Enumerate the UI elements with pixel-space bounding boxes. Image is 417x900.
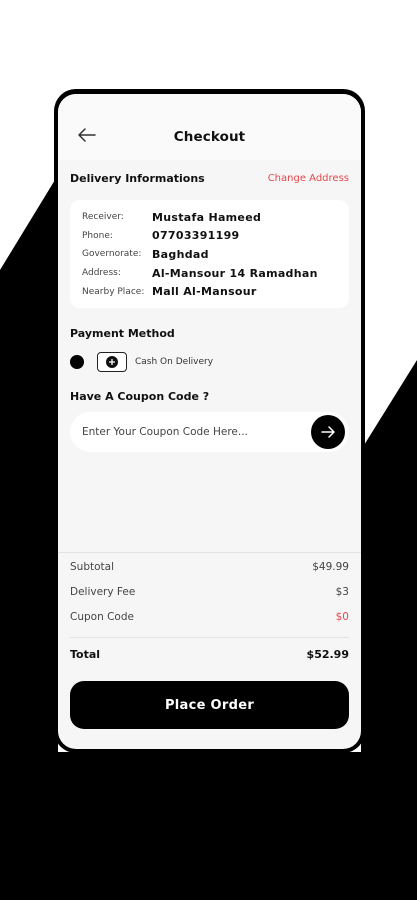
- field-label: Governorate:: [82, 249, 142, 260]
- total-label: Total: [70, 648, 101, 661]
- summary-divider: [58, 552, 361, 553]
- total-row: Total $52.99: [70, 648, 349, 661]
- change-address-link[interactable]: Change Address: [268, 173, 349, 184]
- field-value: Mall Al-Mansour: [152, 285, 257, 299]
- field-label: Phone:: [82, 230, 113, 241]
- coupon-title: Have A Coupon Code ?: [70, 390, 210, 403]
- field-value: Baghdad: [152, 247, 209, 261]
- app-header: Checkout: [58, 94, 361, 160]
- field-address: Address: Al-Mansour 14 Ramadhan: [82, 264, 337, 283]
- page-title: Checkout: [173, 129, 246, 145]
- payment-title: Payment Method: [70, 327, 175, 340]
- total-value: $52.99: [306, 648, 349, 661]
- coupon-field: [70, 412, 349, 452]
- cash-icon: [97, 352, 127, 372]
- field-value: Mustafa Hameed: [152, 210, 262, 224]
- payment-option-label: Cash On Delivery: [135, 357, 214, 367]
- field-label: Receiver:: [82, 212, 124, 223]
- radio-selected[interactable]: [70, 355, 84, 369]
- coupon-submit-button[interactable]: [311, 415, 345, 449]
- field-phone: Phone: 07703391199: [82, 227, 337, 246]
- field-label: Address:: [82, 268, 121, 279]
- coupon-input[interactable]: [82, 426, 311, 438]
- coupon-discount-value: $0: [335, 611, 349, 623]
- delivery-fee-value: $3: [335, 586, 349, 598]
- payment-option-cash[interactable]: Cash On Delivery: [70, 352, 213, 372]
- delivery-info-card: Receiver: Mustafa Hameed Phone: 07703391…: [70, 200, 349, 308]
- checkout-screen: Checkout Delivery Informations Change Ad…: [58, 94, 361, 749]
- delivery-fee-label: Delivery Fee: [70, 586, 136, 598]
- coupon-discount-row: Cupon Code $0: [70, 611, 349, 623]
- field-nearby-place: Nearby Place: Mall Al-Mansour: [82, 282, 337, 301]
- delivery-title: Delivery Informations: [70, 172, 205, 185]
- field-value: 07703391199: [152, 229, 240, 243]
- field-label: Nearby Place:: [82, 286, 145, 297]
- place-order-button[interactable]: Place Order: [70, 681, 349, 729]
- subtotal-row: Subtotal $49.99: [70, 561, 349, 573]
- field-receiver: Receiver: Mustafa Hameed: [82, 208, 337, 227]
- delivery-fee-row: Delivery Fee $3: [70, 586, 349, 598]
- arrow-right-icon: [321, 426, 335, 438]
- delivery-section-header: Delivery Informations Change Address: [70, 172, 349, 185]
- subtotal-label: Subtotal: [70, 561, 114, 573]
- coupon-discount-label: Cupon Code: [70, 611, 134, 623]
- subtotal-value: $49.99: [312, 561, 349, 573]
- total-divider: [70, 637, 349, 638]
- field-value: Al-Mansour 14 Ramadhan: [152, 266, 318, 280]
- field-governorate: Governorate: Baghdad: [82, 245, 337, 264]
